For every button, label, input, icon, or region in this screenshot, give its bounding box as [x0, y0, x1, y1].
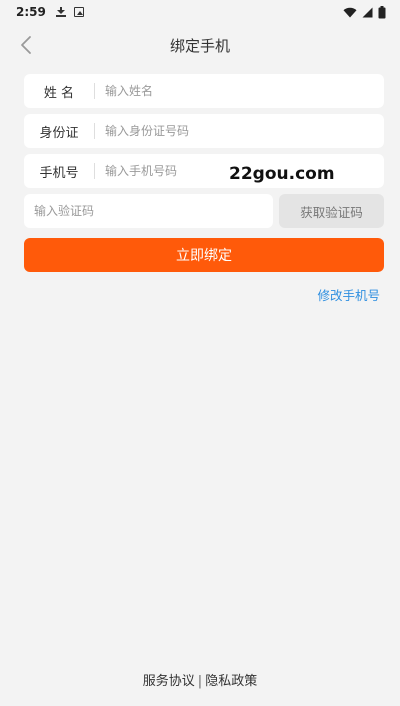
service-agreement-link[interactable]: 服务协议 — [143, 674, 195, 689]
status-bar: 2:59 — [0, 0, 400, 24]
page-title: 绑定手机 — [169, 36, 230, 55]
change-phone-link[interactable]: 修改手机号 — [317, 285, 380, 304]
name-input[interactable] — [95, 74, 384, 108]
watermark-text: 22gou.com — [229, 164, 335, 184]
footer-divider: | — [197, 674, 203, 689]
footer-links: 服务协议 | 隐私政策 — [0, 670, 400, 689]
status-time: 2:59 — [16, 5, 46, 19]
phone-label: 手机号 — [39, 165, 79, 181]
bind-now-button[interactable]: 立即绑定 — [24, 238, 384, 272]
verification-code-input[interactable] — [24, 194, 273, 228]
signal-icon — [362, 7, 373, 17]
image-icon — [73, 7, 84, 17]
chevron-left-icon[interactable] — [16, 34, 38, 56]
bind-phone-screen: 2:59 绑定手机 姓 名 身份证 — [0, 0, 400, 706]
download-icon — [55, 7, 66, 17]
id-card-input[interactable] — [95, 114, 384, 148]
app-header: 绑定手机 — [0, 24, 400, 66]
name-label: 姓 名 — [43, 85, 75, 101]
id-card-label: 身份证 — [39, 125, 79, 141]
privacy-policy-link[interactable]: 隐私政策 — [205, 674, 257, 689]
name-field: 姓 名 — [24, 74, 384, 108]
verification-code-row: 获取验证码 — [24, 194, 384, 228]
id-card-field: 身份证 — [24, 114, 384, 148]
status-right-icons — [343, 5, 386, 19]
get-code-button[interactable]: 获取验证码 — [279, 194, 384, 228]
battery-icon — [378, 5, 386, 18]
wifi-icon — [343, 7, 357, 18]
